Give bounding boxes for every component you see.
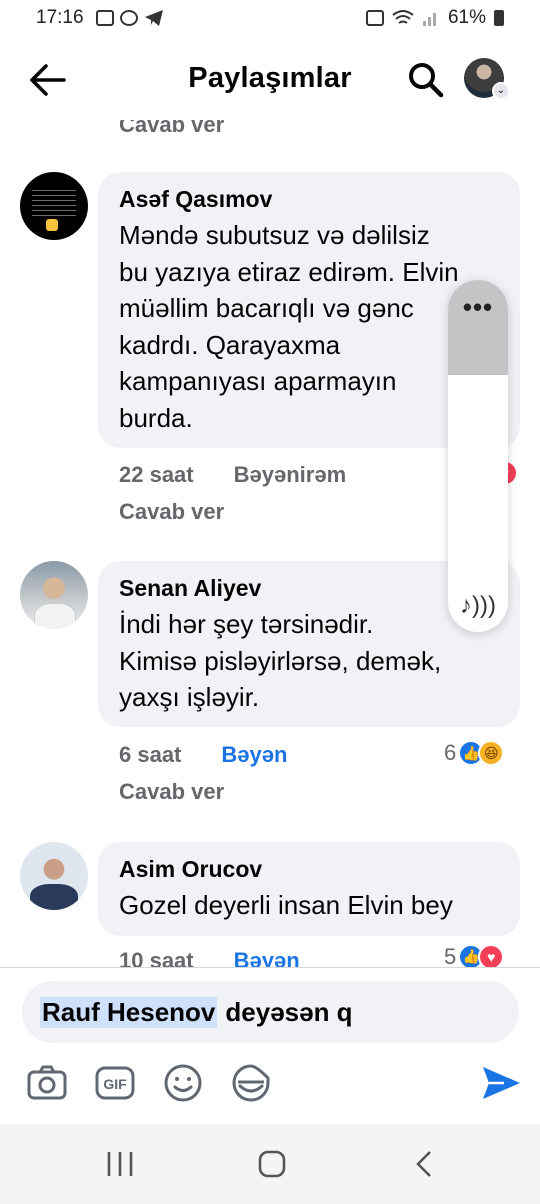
- gallery-notification-icon: [95, 10, 114, 26]
- mention-tag[interactable]: Rauf Hesenov: [40, 996, 218, 1028]
- comment-meta: 6 saat Bəyən: [119, 742, 287, 768]
- like-button[interactable]: Bəyənirəm: [234, 462, 347, 488]
- page-title: Paylaşımlar: [188, 62, 352, 94]
- commenter-name[interactable]: Senan Aliyev: [119, 575, 498, 602]
- reaction-summary[interactable]: 6 👍 😆: [444, 740, 505, 766]
- battery-icon: [494, 10, 504, 26]
- commenter-name[interactable]: Asəf Qasımov: [119, 186, 498, 213]
- love-reaction-icon: ♥: [478, 946, 505, 967]
- recent-apps-icon: [107, 1152, 133, 1176]
- battery-percent: 61%: [447, 7, 486, 28]
- more-options-icon[interactable]: •••: [448, 292, 508, 323]
- comment-time: 6 saat: [119, 742, 182, 767]
- emoji-button[interactable]: [162, 1062, 204, 1104]
- like-button[interactable]: Bəyən: [221, 742, 287, 768]
- comment-text: İndi hər şey tərsinədir. Kimisə pisləyir…: [119, 609, 442, 712]
- search-button[interactable]: [406, 60, 446, 100]
- comment-meta: 10 saat Bəyən: [119, 948, 300, 967]
- profile-menu-button[interactable]: ⌄: [464, 58, 510, 102]
- notification-icons: [95, 9, 164, 27]
- status-bar: 17:16 61%: [0, 0, 540, 36]
- comment-bubble[interactable]: Asim Orucov Gozel deyerli insan Elvin be…: [98, 842, 520, 936]
- haha-reaction-icon: 😆: [478, 740, 505, 766]
- comment-time: 22 saat: [119, 462, 194, 487]
- svg-text:GIF: GIF: [103, 1076, 127, 1092]
- alarm-icon: [365, 10, 384, 26]
- commenter-avatar[interactable]: [20, 172, 88, 240]
- reply-button[interactable]: Cavab ver: [119, 499, 224, 525]
- comment-time: 10 saat: [119, 948, 194, 967]
- home-button[interactable]: [252, 1148, 292, 1180]
- emoji-icon: [164, 1064, 202, 1102]
- reaction-count: 6: [444, 740, 457, 765]
- like-button[interactable]: Bəyən: [234, 948, 300, 967]
- wifi-icon: [392, 10, 414, 24]
- comment-text: Gozel deyerli insan Elvin bey: [119, 890, 453, 920]
- app-header: Paylaşımlar ⌄: [0, 44, 540, 116]
- reply-button[interactable]: Cavab ver: [119, 779, 224, 805]
- commenter-avatar[interactable]: [20, 842, 88, 910]
- composer-toolbar: GIF: [26, 1062, 522, 1106]
- gif-button[interactable]: GIF: [94, 1062, 136, 1104]
- sticker-button[interactable]: [230, 1062, 272, 1104]
- gif-icon: GIF: [95, 1066, 135, 1100]
- chevron-down-icon: ⌄: [492, 82, 510, 100]
- commenter-name[interactable]: Asim Orucov: [119, 856, 498, 883]
- system-back-button[interactable]: [404, 1148, 444, 1180]
- comment-meta: 22 saat Bəyənirəm: [119, 462, 346, 488]
- send-icon: [483, 1067, 520, 1099]
- chevron-left-icon: [416, 1151, 431, 1177]
- reaction-summary[interactable]: 5 👍 ♥: [444, 946, 505, 967]
- reaction-count: 5: [444, 946, 457, 967]
- telegram-notification-icon: [144, 10, 163, 26]
- comment-text: Məndə subutsuz və dəlilsiz bu yazıya eti…: [119, 220, 459, 433]
- system-nav-bar: [0, 1124, 540, 1204]
- sticker-icon: [232, 1064, 270, 1102]
- status-time: 17:16: [36, 7, 84, 28]
- search-icon: [409, 63, 444, 98]
- signal-icon: [422, 13, 436, 26]
- comment-composer: Rauf Hesenov deyəsən q GIF: [0, 967, 540, 1124]
- send-button[interactable]: [480, 1062, 522, 1104]
- media-volume-panel[interactable]: ••• ♪))): [448, 280, 508, 632]
- camera-icon: [27, 1065, 67, 1100]
- typed-text: deyəsən q: [225, 996, 353, 1027]
- camera-button[interactable]: [26, 1062, 68, 1104]
- media-sound-icon[interactable]: ♪))): [448, 592, 508, 620]
- commenter-avatar[interactable]: [20, 561, 88, 629]
- comment-input[interactable]: Rauf Hesenov deyəsən q: [22, 981, 519, 1043]
- home-icon: [258, 1150, 286, 1178]
- messenger-notification-icon: [119, 10, 138, 26]
- recent-apps-button[interactable]: [100, 1148, 140, 1180]
